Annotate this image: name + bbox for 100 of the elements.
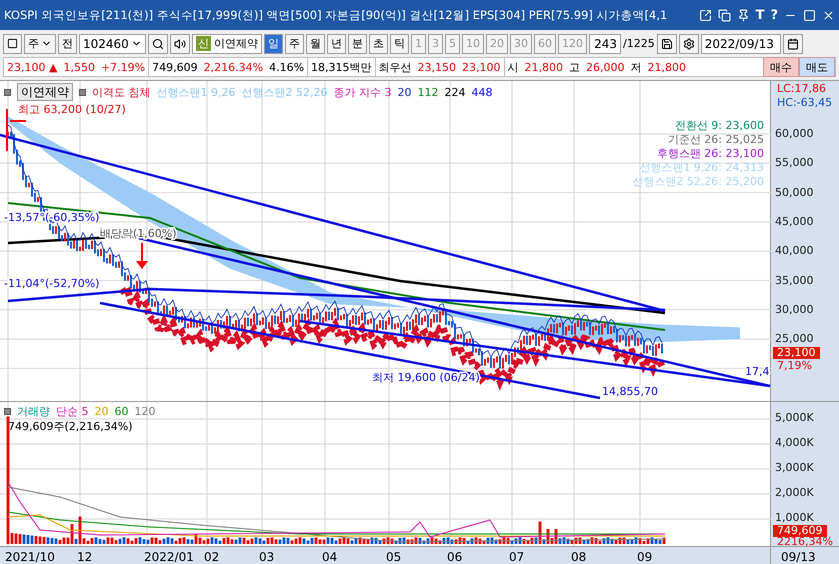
close-icon[interactable]: [822, 8, 835, 22]
axis-label: 55,000: [775, 157, 814, 170]
window-icon[interactable]: [698, 8, 712, 22]
pin-icon[interactable]: [736, 8, 750, 22]
volume-tag: 749,609: [773, 525, 826, 537]
date-field[interactable]: 2022/09/13: [700, 34, 781, 54]
chart-annotation: 최저 19,600 (06/24): [372, 371, 480, 384]
volume-rate: 2,216.34%: [202, 60, 264, 74]
calendar-icon: [786, 38, 799, 50]
all-button[interactable]: 전: [58, 34, 77, 54]
axis-label: 4,000K: [775, 437, 814, 449]
date-label: 07: [509, 550, 524, 564]
axis-label: 2,000K: [775, 487, 814, 499]
settings-button[interactable]: [678, 34, 699, 54]
legend-label: 거래량: [17, 404, 50, 419]
legend-label: 20: [94, 405, 108, 418]
search-button[interactable]: [148, 34, 168, 54]
volume-rate-tag: 2216,34%: [773, 536, 837, 547]
panel-icon: [7, 38, 18, 49]
down-arrow-icon: [136, 243, 148, 269]
legend-label: 종가 지수 3: [334, 84, 392, 100]
sell-button[interactable]: 매도: [799, 57, 835, 77]
text-input[interactable]: 2022/09/13: [704, 36, 777, 50]
legend-marker: [4, 408, 11, 415]
legend-label: 60: [114, 405, 128, 418]
legend-label: 120: [134, 405, 156, 418]
legend-label: 20: [398, 86, 412, 98]
panel-toggle-button[interactable]: [3, 34, 22, 54]
copy-icon[interactable]: [718, 8, 731, 22]
legend-marker: [4, 88, 11, 96]
ask-price: 23,150: [416, 60, 458, 74]
chart-annotation: -11,04°(-52,70%): [4, 277, 100, 290]
price-tag: 23,100: [773, 347, 820, 359]
axis-label: 35,000: [775, 274, 814, 286]
period-tab[interactable]: 월: [306, 34, 325, 54]
date-label: 05: [386, 550, 402, 564]
axis-label: 3,000K: [775, 462, 814, 474]
legend-label: 선행스팬1 9,26: [156, 84, 236, 100]
indicator-value: 선행스팬2 52,26: 25,200: [632, 175, 764, 189]
window-title: KOSPI 외국인보유[211(천)] 주식수[17,999(천)] 액면[500] 자본금[90(억)] 결산[12월] EPS[304] PER[75.99] 시가총액[4,1: [4, 8, 668, 22]
search-icon: [152, 38, 164, 50]
period-tab[interactable]: 일: [264, 34, 283, 54]
save-button[interactable]: [656, 34, 677, 54]
volume-value: 749,609: [151, 60, 199, 74]
speaker-button[interactable]: [170, 34, 190, 54]
chart-annotation: 14,855,70: [602, 385, 658, 398]
title-text-button[interactable]: ?: [770, 8, 778, 22]
calendar-button[interactable]: [782, 34, 803, 54]
stock-name-field[interactable]: 신 이연제약: [192, 34, 262, 54]
buy-button[interactable]: 매수: [763, 57, 799, 77]
bid-price: 23,100: [461, 60, 502, 74]
current-date-label: 09/13: [781, 550, 816, 564]
axis-label: 40,000: [775, 245, 814, 258]
period-tab[interactable]: 틱: [390, 34, 409, 54]
date-label: 04: [322, 550, 338, 564]
date-label: 06: [447, 550, 462, 564]
indicator-value: 후행스팬 26: 23,100: [656, 147, 764, 161]
period-tab[interactable]: 초: [369, 34, 388, 54]
period-tab[interactable]: 분: [348, 34, 367, 54]
title-text-button[interactable]: T: [756, 8, 764, 22]
stock-name-button[interactable]: 이연제약: [17, 83, 73, 101]
code-field[interactable]: 102460: [79, 34, 146, 54]
chart-annotation: 17,4: [745, 365, 770, 378]
axis-label: 25,000: [775, 333, 814, 346]
text-input[interactable]: 243: [593, 36, 617, 50]
legend-label: 단순 5: [56, 404, 88, 419]
axis-label: 45,000: [775, 216, 814, 228]
legend-label: 선행스팬2 52,26: [242, 84, 328, 100]
high-price: 26,000: [585, 60, 626, 74]
trade-amount: 18,315백만: [310, 60, 373, 74]
change-rate: +7.19%: [100, 60, 146, 74]
axis-label: 1,000K: [775, 512, 814, 524]
lc-value: LC:17,86: [776, 83, 828, 95]
hc-value: HC:-63,45: [776, 97, 834, 109]
best-quote-label: 최우선: [378, 60, 413, 74]
count-field[interactable]: 243: [589, 34, 621, 54]
maximize-icon[interactable]: [803, 8, 816, 22]
indicator-value: 기준선 26: 25,025: [668, 133, 764, 147]
period-tab[interactable]: 주: [285, 34, 304, 54]
low-price: 21,800: [646, 60, 688, 74]
total-count: /1225: [623, 37, 655, 50]
rate-tag: 7,19%: [773, 360, 816, 372]
date-label: 2022/01: [144, 550, 194, 564]
settings-icon: [682, 38, 695, 50]
save-icon: [660, 38, 673, 50]
axis-label: 30,000: [775, 304, 814, 316]
open-label: 시: [506, 60, 520, 74]
axis-label: 60,000: [775, 128, 814, 140]
open-price: 21,800: [524, 60, 564, 74]
low-label: 저: [630, 60, 643, 74]
indicator-value: 전환선 9: 23,600: [674, 119, 764, 133]
text-input[interactable]: 102460: [83, 36, 131, 50]
high-label: 고: [568, 60, 582, 74]
axis-label: 50,000: [775, 186, 814, 199]
axis-label: 5,000K: [775, 412, 814, 424]
period-tab[interactable]: 년: [327, 34, 346, 54]
date-label: 2021/10: [5, 550, 55, 564]
date-label: 09: [637, 550, 652, 564]
current-price: 23,100 ▲: [6, 60, 58, 74]
market-dropdown[interactable]: 주: [24, 34, 56, 54]
